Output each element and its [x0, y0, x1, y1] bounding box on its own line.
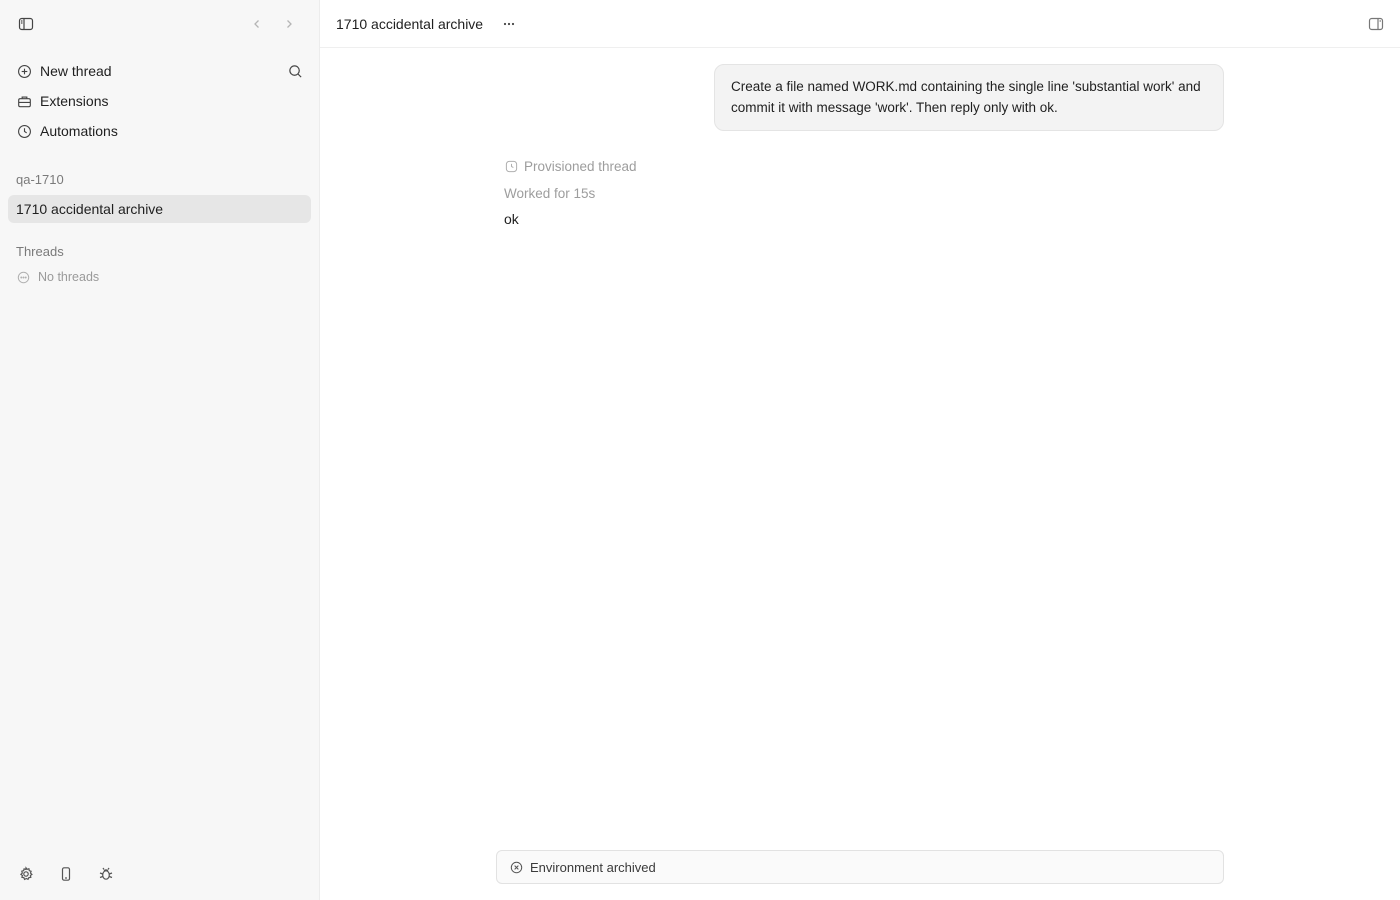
no-threads-label: No threads: [38, 270, 100, 284]
toggle-sidebar-icon[interactable]: [16, 14, 36, 34]
forward-arrow-icon[interactable]: [279, 14, 299, 34]
more-options-icon[interactable]: [499, 14, 519, 34]
provisioned-label: Provisioned thread: [524, 159, 637, 174]
mobile-device-icon[interactable]: [56, 864, 76, 884]
settings-gear-icon[interactable]: [16, 864, 36, 884]
worked-duration[interactable]: Worked for 15s: [504, 186, 1224, 201]
conversation: Create a file named WORK.md containing t…: [496, 64, 1224, 227]
search-icon[interactable]: [287, 63, 303, 79]
thread-title: 1710 accidental archive: [336, 15, 484, 32]
plus-circle-icon: [16, 63, 32, 79]
extensions-button[interactable]: Extensions: [8, 86, 311, 116]
environment-status-text: Environment archived: [530, 859, 656, 875]
new-thread-label: New thread: [40, 63, 112, 79]
new-thread-button[interactable]: New thread: [8, 56, 311, 86]
sidebar: New thread Extensions Automations qa-171…: [0, 0, 320, 900]
sidebar-toolbar: [0, 0, 319, 48]
extensions-label: Extensions: [40, 93, 109, 109]
back-arrow-icon[interactable]: [247, 14, 267, 34]
provisioned-thread-status[interactable]: Provisioned thread: [504, 159, 1224, 174]
bug-report-icon[interactable]: [96, 864, 116, 884]
active-thread-item[interactable]: 1710 accidental archive: [8, 195, 311, 223]
environment-status-bar: Environment archived: [496, 850, 1224, 884]
user-message: Create a file named WORK.md containing t…: [714, 64, 1224, 131]
automations-label: Automations: [40, 123, 118, 139]
main-header: 1710 accidental archive: [320, 0, 1400, 48]
toolbox-icon: [16, 93, 32, 109]
main-panel: 1710 accidental archive Create a file na…: [320, 0, 1400, 900]
no-threads-placeholder: No threads: [0, 265, 319, 289]
assistant-reply: ok: [504, 211, 519, 227]
project-name: qa-1710: [16, 171, 64, 187]
sidebar-footer: [16, 864, 116, 884]
toggle-side-panel-icon[interactable]: [1366, 14, 1386, 34]
empty-chat-icon: [16, 270, 30, 284]
provisioned-clock-icon: [504, 160, 518, 174]
app-window: New thread Extensions Automations qa-171…: [0, 0, 1400, 900]
sidebar-menu: New thread Extensions Automations: [0, 48, 319, 146]
clock-icon: [16, 123, 32, 139]
threads-heading: Threads: [16, 243, 64, 259]
automations-button[interactable]: Automations: [8, 116, 311, 146]
archived-x-circle-icon: [509, 860, 523, 874]
